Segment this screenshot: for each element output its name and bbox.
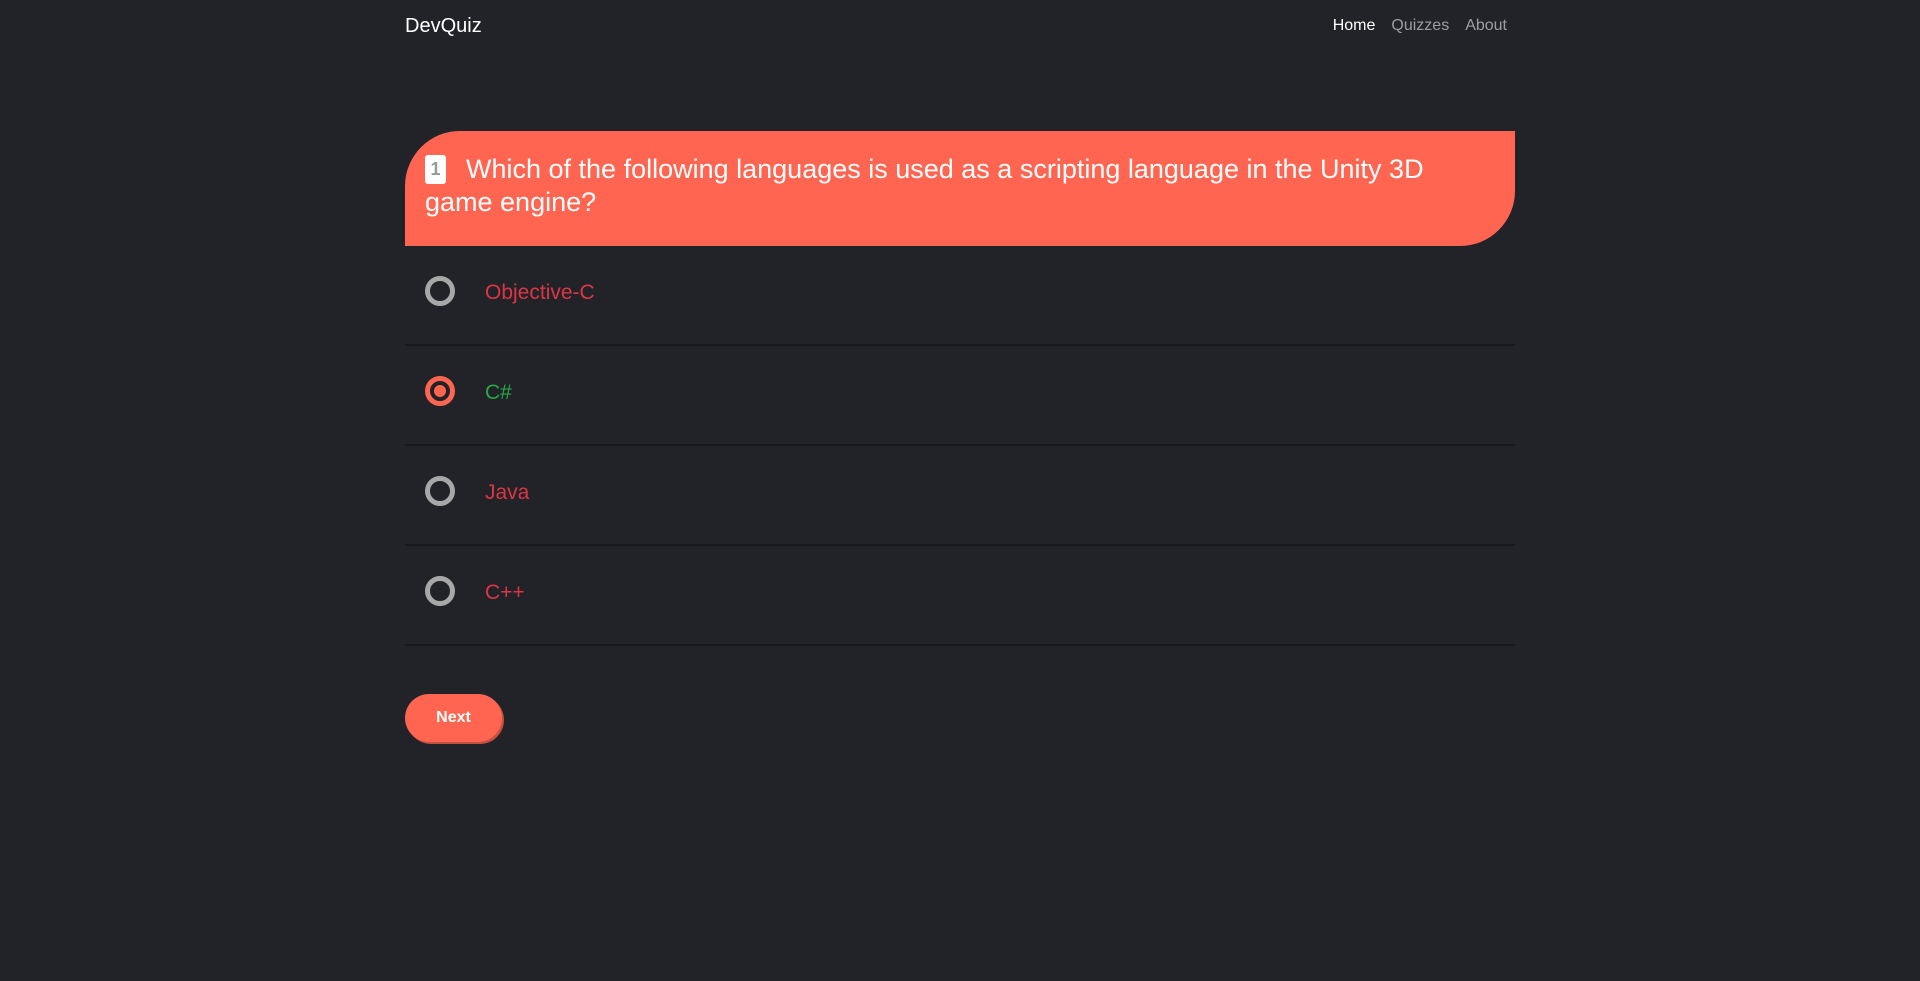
brand-logo[interactable]: DevQuiz bbox=[405, 15, 482, 38]
answer-option[interactable]: Java bbox=[405, 446, 1515, 546]
nav-quizzes[interactable]: Quizzes bbox=[1391, 17, 1449, 35]
question-header: 1 Which of the following languages is use… bbox=[405, 131, 1515, 246]
radio-button[interactable] bbox=[425, 476, 455, 506]
radio-button[interactable] bbox=[425, 276, 455, 306]
nav-home[interactable]: Home bbox=[1333, 17, 1376, 35]
question-text: Which of the following languages is used… bbox=[425, 154, 1424, 217]
nav-about[interactable]: About bbox=[1465, 17, 1507, 35]
answer-label: Java bbox=[485, 481, 530, 504]
answer-option[interactable]: C# bbox=[405, 346, 1515, 446]
answer-label: Objective-C bbox=[485, 281, 595, 304]
next-button[interactable]: Next bbox=[405, 694, 502, 742]
main-nav: Home Quizzes About bbox=[1333, 17, 1507, 35]
question-card: 1 Which of the following languages is use… bbox=[405, 131, 1515, 646]
answer-list: Objective-C C# Java C++ bbox=[405, 246, 1515, 646]
answer-label: C++ bbox=[485, 581, 525, 604]
answer-label: C# bbox=[485, 381, 512, 404]
answer-option[interactable]: C++ bbox=[405, 546, 1515, 646]
answer-option[interactable]: Objective-C bbox=[405, 246, 1515, 346]
radio-button[interactable] bbox=[425, 576, 455, 606]
question-number-badge: 1 bbox=[425, 155, 446, 184]
radio-button[interactable] bbox=[425, 376, 455, 406]
